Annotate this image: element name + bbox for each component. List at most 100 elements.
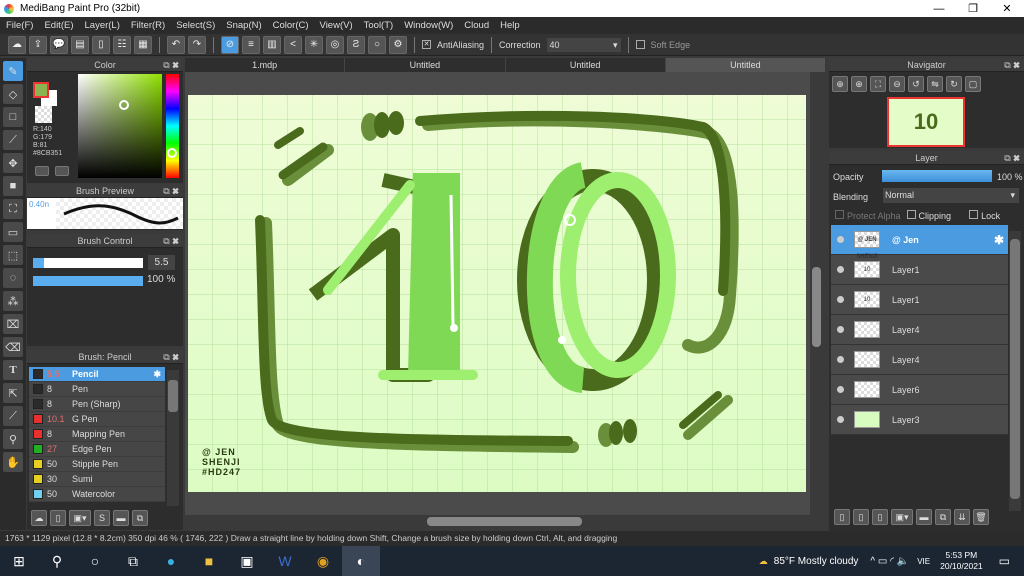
menu-tool[interactable]: Tool(T) [364, 20, 394, 31]
page-icon[interactable]: ▯ [92, 35, 110, 54]
weather-text[interactable]: 85°F Mostly cloudy [774, 556, 859, 567]
correction-select[interactable]: 40 ▾ [546, 37, 621, 52]
chrome-icon[interactable]: ◉ [304, 546, 342, 576]
search-icon[interactable]: ⚲ [38, 546, 76, 576]
brush-item[interactable]: 50 Watercolor [29, 487, 165, 502]
panel-controls-icon[interactable]: ⧉ ✖ [163, 234, 179, 248]
panel-controls-icon[interactable]: ⧉ ✖ [163, 350, 179, 364]
layer-item[interactable]: 10 Layer1 [831, 285, 1008, 315]
select-pen-tool-icon[interactable]: ⌧ [3, 314, 23, 334]
color-history-icon[interactable] [55, 166, 69, 176]
fit-icon[interactable]: ⛶ [870, 76, 886, 92]
merge-layer-icon[interactable]: ⇊ [954, 509, 970, 525]
brush-size-slider[interactable] [33, 258, 143, 268]
snap-off-icon[interactable]: ⊘ [221, 35, 239, 54]
rotate-right-icon[interactable]: ↻ [946, 76, 962, 92]
task-view-icon[interactable]: ⧉ [114, 546, 152, 576]
navigator-thumbnail[interactable]: 10 [887, 97, 965, 147]
zoom-in-icon[interactable]: ⊕ [832, 76, 848, 92]
brush-opacity-slider[interactable] [33, 276, 143, 286]
snap-settings-icon[interactable]: ⚙ [389, 35, 407, 54]
tab-untitled-3[interactable]: Untitled [665, 58, 825, 72]
snap-circle-icon[interactable]: ○ [368, 35, 386, 54]
menu-window[interactable]: Window(W) [404, 20, 453, 31]
brush-item[interactable]: 10.1 G Pen [29, 412, 165, 427]
medibang-icon[interactable]: ◐ [342, 546, 380, 576]
soft-edge-checkbox[interactable] [635, 40, 645, 49]
file-explorer-icon[interactable]: ■ [190, 546, 228, 576]
select-tool-icon[interactable]: ⬚ [3, 245, 23, 265]
divide-tool-icon[interactable]: ⟋ [3, 406, 23, 426]
brush-item[interactable]: 8 Mapping Pen [29, 427, 165, 442]
snap-perspective-icon[interactable]: < [284, 35, 302, 54]
primary-color-swatch[interactable] [33, 82, 49, 98]
move-tool-icon[interactable]: ✥ [3, 153, 23, 173]
visibility-icon[interactable] [837, 326, 844, 333]
transparent-swatch[interactable] [35, 106, 52, 123]
tray-icons[interactable]: ^ ▭ ◜ 🔈 [870, 556, 909, 567]
layer-item[interactable]: Layer3 [831, 405, 1008, 435]
flip-icon[interactable]: ⇋ [927, 76, 943, 92]
copy-brush-icon[interactable]: ⧉ [132, 510, 148, 526]
eyedropper-tool-icon[interactable]: ⚲ [3, 429, 23, 449]
notifications-icon[interactable]: ▭ [999, 554, 1010, 568]
store-icon[interactable]: ▣ [228, 546, 266, 576]
brush-size-value[interactable]: 5.5 [148, 255, 175, 270]
folder-icon[interactable]: ▬ [113, 510, 129, 526]
brush-tool-icon[interactable]: ✎ [3, 61, 23, 81]
tab-untitled-2[interactable]: Untitled [506, 58, 666, 72]
gradient-tool-icon[interactable]: ▭ [3, 222, 23, 242]
panel-controls-icon[interactable]: ⧉ ✖ [1004, 151, 1020, 165]
zoom-in-alt-icon[interactable]: ⊕ [851, 76, 867, 92]
visibility-icon[interactable] [837, 356, 844, 363]
rectangle-tool-icon[interactable]: □ [3, 107, 23, 127]
protect-alpha-checkbox[interactable] [835, 210, 844, 219]
maximize-button[interactable]: ❐ [956, 2, 990, 15]
add-brush-icon[interactable]: ▣▾ [69, 510, 91, 526]
word-icon[interactable]: W [266, 546, 304, 576]
brush-item[interactable]: 27 Edge Pen [29, 442, 165, 457]
text-tool-icon[interactable]: T [3, 360, 23, 380]
visibility-icon[interactable] [837, 386, 844, 393]
brush-list-scrollbar[interactable] [167, 370, 179, 506]
snap-concentric-icon[interactable]: ◎ [326, 35, 344, 54]
lasso-tool-icon[interactable]: ◌ [3, 268, 23, 288]
layer-item[interactable]: Layer4 [831, 345, 1008, 375]
add-layer-menu-icon[interactable]: ▣▾ [891, 509, 913, 525]
panel-layout-icon[interactable]: ▦ [134, 35, 152, 54]
delete-layer-icon[interactable]: 🗑 [973, 509, 989, 525]
menu-file[interactable]: File(F) [6, 20, 33, 31]
bucket-tool-icon[interactable]: ⛶ [3, 199, 23, 219]
select-eraser-tool-icon[interactable]: ⌫ [3, 337, 23, 357]
zoom-out-icon[interactable]: ⊖ [889, 76, 905, 92]
tab-untitled-1[interactable]: Untitled [345, 58, 506, 72]
menu-snap[interactable]: Snap(N) [226, 20, 261, 31]
panel-controls-icon[interactable]: ⧉ ✖ [1004, 58, 1020, 72]
menu-select[interactable]: Select(S) [176, 20, 215, 31]
script-brush-icon[interactable]: S [94, 510, 110, 526]
brush-item[interactable]: 8 Pen (Sharp) [29, 397, 165, 412]
dot-tool-icon[interactable]: ⟋ [3, 130, 23, 150]
blending-select[interactable]: Normal ▾ [883, 188, 1019, 203]
close-button[interactable]: ✕ [990, 2, 1024, 15]
duplicate-layer-icon[interactable]: ⧉ [935, 509, 951, 525]
menu-view[interactable]: View(V) [320, 20, 353, 31]
visibility-icon[interactable] [837, 236, 844, 243]
hue-slider[interactable] [166, 74, 179, 178]
new-8bit-layer-icon[interactable]: ▯ [872, 509, 888, 525]
gear-icon[interactable]: ✱ [994, 233, 1004, 247]
snap-radial-icon[interactable]: ✳ [305, 35, 323, 54]
brush-item[interactable]: 5.5 Pencil ✱ [29, 367, 165, 382]
canvas-viewport[interactable]: @ JEN SHENJI #HD247 [185, 72, 810, 515]
visibility-icon[interactable] [837, 266, 844, 273]
minimize-button[interactable]: — [922, 3, 956, 15]
canvas-horizontal-scrollbar[interactable] [185, 515, 810, 528]
lock-checkbox[interactable] [969, 210, 979, 219]
menu-layer[interactable]: Layer(L) [85, 20, 120, 31]
visibility-icon[interactable] [837, 296, 844, 303]
snap-curve-icon[interactable]: Ƨ [347, 35, 365, 54]
snap-parallel-icon[interactable]: ≡ [242, 35, 260, 54]
new-halftone-layer-icon[interactable]: ▯ [853, 509, 869, 525]
undo-icon[interactable]: ↶ [167, 35, 185, 54]
comment-icon[interactable]: 💬 [50, 35, 68, 54]
